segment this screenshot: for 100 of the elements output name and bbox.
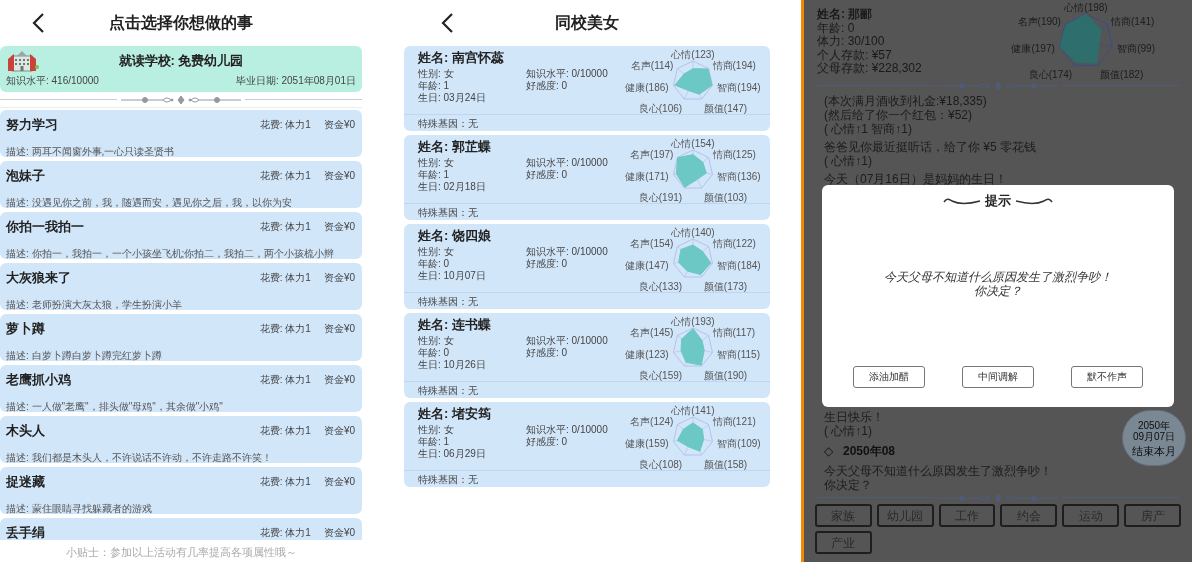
radar-label: 健康(159) <box>625 437 669 449</box>
radar-label: 智商(184) <box>717 259 761 271</box>
special-gene: 特殊基因：无 <box>418 472 478 487</box>
radar-chart-drawing <box>673 238 713 278</box>
activity-card[interactable]: 木头人 花费: 体力1 资金¥0 描述: 我们都是木头人，不许说话不许动，不许走路不许笑！ <box>0 416 362 463</box>
activity-cost: 花费: 体力1 <box>259 424 311 439</box>
age-text: 年龄: 1 <box>418 436 451 448</box>
affection-level: 好感度: 0 <box>526 258 569 270</box>
activity-money: 资金¥0 <box>323 169 355 184</box>
activity-card[interactable]: 捉迷藏 花费: 体力1 资金¥0 描述: 蒙住眼睛寻找躲藏者的游戏 <box>0 467 362 514</box>
radar-label: 名声(124) <box>630 416 674 428</box>
activity-cost: 花费: 体力1 <box>259 373 311 388</box>
activity-money: 资金¥0 <box>323 526 355 540</box>
radar-label: 情商(194) <box>712 60 756 72</box>
activity-title: 你拍一我拍一 <box>6 218 85 236</box>
activity-card[interactable]: 萝卜蹲 花费: 体力1 资金¥0 描述: 白萝卜蹲白萝卜蹲完红萝卜蹲 <box>0 314 362 361</box>
activity-description: 描述: 没遇见你之前，我，随遇而安，遇见你之后，我，以你为安 <box>6 195 293 210</box>
activity-title: 老鹰抓小鸡 <box>6 371 72 389</box>
classmate-card[interactable]: 姓名: 南宫怀蕊 性别: 女 年龄: 1 生日: 03月24日 知识水平: 0/10000 好感度: 0 心情(123) 名声(114) 情商(194) 健康(186) 智商(194) 良心(106) 颜值(147) 特殊基因：无 <box>404 46 770 131</box>
age-text: 年龄: 1 <box>418 169 451 181</box>
classmate-card[interactable]: 姓名: 堵安筠 性别: 女 年龄: 1 生日: 06月29日 知识水平: 0/10000 好感度: 0 心情(141) 名声(124) 情商(121) 健康(159) 智商(109) 良心(108) 颜值(158) 特殊基因：无 <box>404 402 770 487</box>
activity-title: 捉迷藏 <box>6 473 46 491</box>
activity-cost: 花费: 体力1 <box>259 475 311 490</box>
classmate-card[interactable]: 姓名: 郭芷蝶 性别: 女 年龄: 1 生日: 02月18日 知识水平: 0/10000 好感度: 0 心情(154) 名声(197) 情商(125) 健康(171) 智商(136) 良心(191) 颜值(103) 特殊基因：无 <box>404 135 770 220</box>
knowledge-level: 知识水平: 0/10000 <box>526 246 609 258</box>
special-gene: 特殊基因：无 <box>418 116 478 131</box>
radar-chart-drawing <box>673 60 713 100</box>
radar-label: 情商(125) <box>712 149 756 161</box>
gender-text: 性别: 女 <box>418 68 455 80</box>
radar-label: 健康(171) <box>625 170 669 182</box>
radar-label: 颜值(147) <box>703 102 748 114</box>
activity-title: 大灰狼来了 <box>6 269 72 287</box>
dialog-button[interactable]: 添油加醋 <box>853 365 925 388</box>
radar-label: 健康(147) <box>625 259 669 271</box>
birthday-text: 生日: 06月29日 <box>418 448 487 460</box>
dialog-message: 你决定？ <box>974 283 1022 298</box>
activity-card[interactable]: 大灰狼来了 花费: 体力1 资金¥0 描述: 老师扮演大灰太狼，学生扮演小羊 <box>0 263 362 310</box>
end-month-button[interactable]: 2050年 09月07日 结束本月 <box>1122 410 1186 466</box>
activity-title: 丢手绢 <box>6 524 46 540</box>
radar-label: 智商(109) <box>717 437 761 449</box>
radar-label: 智商(136) <box>717 170 761 182</box>
radar-label: 心情(193) <box>671 316 715 327</box>
activity-money: 资金¥0 <box>323 322 355 337</box>
affection-level: 好感度: 0 <box>526 80 569 92</box>
activity-card[interactable]: 你拍一我拍一 花费: 体力1 资金¥0 描述: 你拍一，我拍一，一个小孩坐飞机;你拍二，我拍二，两个小孩梳小辫 <box>0 212 362 259</box>
dialog-button[interactable]: 默不作声 <box>1071 365 1143 388</box>
diamond-marker: ◇ <box>824 443 833 460</box>
birthday-text: 生日: 03月24日 <box>418 92 487 104</box>
special-gene: 特殊基因：无 <box>418 383 478 398</box>
radar-label: 智商(115) <box>717 348 760 360</box>
school-name: 就读学校: 免费幼儿园 <box>117 52 245 71</box>
year-text: 2050年 <box>1137 419 1171 431</box>
gender-text: 性别: 女 <box>418 424 455 436</box>
radar-label: 良心(108) <box>638 458 683 470</box>
classmate-name: 姓名: 郭芷蝶 <box>418 139 492 155</box>
radar-label: 智商(194) <box>717 81 761 93</box>
back-icon[interactable] <box>440 12 454 34</box>
activity-title: 木头人 <box>6 422 46 440</box>
activity-money: 资金¥0 <box>323 220 355 235</box>
radar-label: 良心(191) <box>638 191 683 203</box>
back-icon[interactable] <box>31 12 45 34</box>
radar-label: 良心(159) <box>638 369 683 381</box>
date-text: 09月07日 <box>1132 430 1176 442</box>
activity-money: 资金¥0 <box>323 271 355 286</box>
end-month-label: 结束本月 <box>1132 444 1176 457</box>
activity-card[interactable]: 泡妹子 花费: 体力1 资金¥0 描述: 没遇见你之前，我，随遇而安，遇见你之后，我，以你为安 <box>0 161 362 208</box>
activity-description: 描述: 蒙住眼睛寻找躲藏者的游戏 <box>6 501 153 516</box>
radar-label: 心情(140) <box>671 227 715 238</box>
radar-chart-drawing <box>673 149 713 189</box>
character-info: 体力: 30/100 <box>817 35 886 49</box>
radar-label: 健康(123) <box>625 348 669 360</box>
classmate-name: 姓名: 连书蝶 <box>418 317 492 333</box>
activity-description: 描述: 你拍一，我拍一，一个小孩坐飞机;你拍二，我拍二，两个小孩梳小辫 <box>6 246 336 261</box>
radar-label: 颜值(173) <box>703 280 748 292</box>
month-heading: 2050年08 <box>843 443 896 460</box>
flourish-icon <box>942 195 982 206</box>
radar-label: 心情(141) <box>671 405 715 416</box>
activity-description: 描述: 老师扮演大灰太狼，学生扮演小羊 <box>6 297 183 312</box>
activity-card[interactable]: 老鹰抓小鸡 花费: 体力1 资金¥0 描述: 一人做"老鹰"，排头做"母鸡"，其余做"小鸡" <box>0 365 362 412</box>
age-text: 年龄: 0 <box>418 347 451 359</box>
activity-cost: 花费: 体力1 <box>259 322 311 337</box>
classmate-card[interactable]: 姓名: 饶四娘 性别: 女 年龄: 0 生日: 10月07日 知识水平: 0/10000 好感度: 0 心情(140) 名声(154) 情商(122) 健康(147) 智商(184) 良心(133) 颜值(173) 特殊基因：无 <box>404 224 770 309</box>
classmate-name: 姓名: 堵安筠 <box>418 406 492 422</box>
age-text: 年龄: 0 <box>418 258 451 270</box>
special-gene: 特殊基因：无 <box>418 205 478 220</box>
classmate-name: 姓名: 饶四娘 <box>418 228 492 244</box>
birthday-text: 生日: 10月07日 <box>418 270 487 282</box>
tip-text: 小贴士：参加以上活动有几率提高各项属性哦～ <box>64 545 298 560</box>
activity-description: 描述: 两耳不闻窗外事,一心只读圣贤书 <box>6 144 176 159</box>
activity-card[interactable]: 丢手绢 花费: 体力1 资金¥0 <box>0 518 362 540</box>
activity-card[interactable]: 努力学习 花费: 体力1 资金¥0 描述: 两耳不闻窗外事,一心只读圣贤书 <box>0 110 362 157</box>
birthday-text: 生日: 10月26日 <box>418 359 487 371</box>
gender-text: 性别: 女 <box>418 157 455 169</box>
activity-title: 努力学习 <box>6 116 59 134</box>
radar-label: 颜值(158) <box>703 458 748 470</box>
affection-level: 好感度: 0 <box>526 169 569 181</box>
classmate-card[interactable]: 姓名: 连书蝶 性别: 女 年龄: 0 生日: 10月26日 知识水平: 0/10000 好感度: 0 心情(193) 名声(145) 情商(117) 健康(123) 智商(115) 良心(159) 颜值(190) 特殊基因：无 <box>404 313 770 398</box>
radar-label: 情商(121) <box>712 416 756 428</box>
dialog-button[interactable]: 中间调解 <box>962 365 1034 388</box>
activity-description: 描述: 一人做"老鹰"，排头做"母鸡"，其余做"小鸡" <box>6 399 224 414</box>
